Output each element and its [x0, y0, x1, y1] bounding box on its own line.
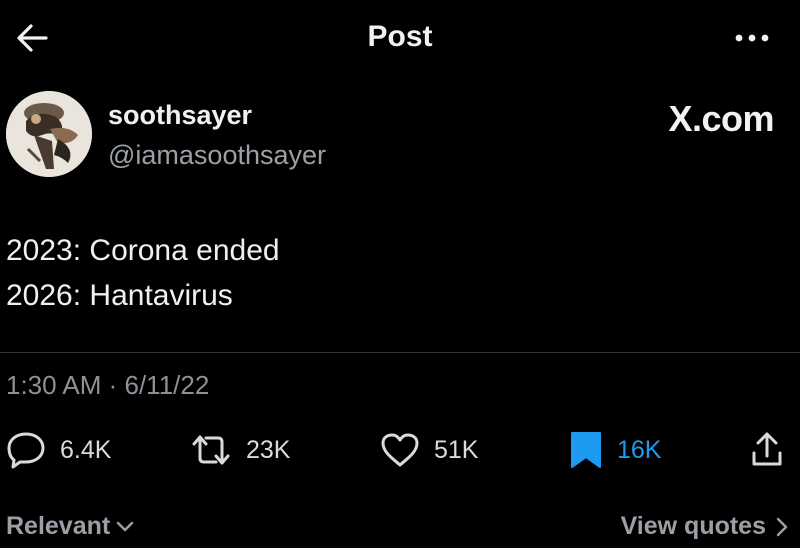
bookmark-icon	[569, 430, 603, 470]
chevron-right-icon	[776, 517, 788, 536]
page-title: Post	[367, 20, 433, 53]
tweet-line: 2026: Hantavirus	[6, 279, 233, 312]
reply-button[interactable]: 6.4K	[6, 428, 111, 472]
share-icon	[750, 431, 784, 469]
repost-icon	[190, 432, 232, 468]
repost-button[interactable]: 23K	[190, 428, 290, 472]
reply-sort-label: Relevant	[6, 512, 111, 540]
share-button[interactable]	[750, 428, 784, 472]
view-quotes-label: View quotes	[620, 512, 766, 540]
bookmark-button[interactable]: 16K	[569, 428, 661, 472]
avatar-image	[6, 91, 92, 177]
chevron-down-icon	[117, 521, 134, 531]
repost-count: 23K	[246, 435, 291, 464]
post-timestamp[interactable]: 1:30 AM · 6/11/22	[6, 370, 209, 401]
tweet-line: 2023: Corona ended	[6, 234, 280, 267]
top-bar: Post	[0, 0, 800, 80]
reply-sort-dropdown[interactable]: Relevant	[6, 512, 134, 541]
arrow-left-icon	[17, 24, 48, 52]
tweet-text: 2023: Corona ended 2026: Hantavirus	[6, 228, 280, 318]
reply-icon	[6, 431, 46, 469]
author-display-name[interactable]: soothsayer	[108, 100, 252, 131]
bookmark-count: 16K	[617, 435, 662, 464]
view-quotes-link[interactable]: View quotes	[621, 512, 788, 541]
ellipsis-icon	[735, 34, 769, 42]
like-button[interactable]: 51K	[380, 428, 478, 472]
reply-count: 6.4K	[60, 435, 112, 464]
like-count: 51K	[434, 435, 479, 464]
heart-icon	[380, 432, 420, 468]
divider	[0, 352, 800, 353]
more-options-button[interactable]	[724, 20, 780, 56]
watermark: X.com	[668, 98, 774, 139]
back-button[interactable]	[10, 18, 54, 58]
avatar[interactable]	[6, 91, 92, 177]
author-handle: @iamasoothsayer	[108, 140, 327, 170]
